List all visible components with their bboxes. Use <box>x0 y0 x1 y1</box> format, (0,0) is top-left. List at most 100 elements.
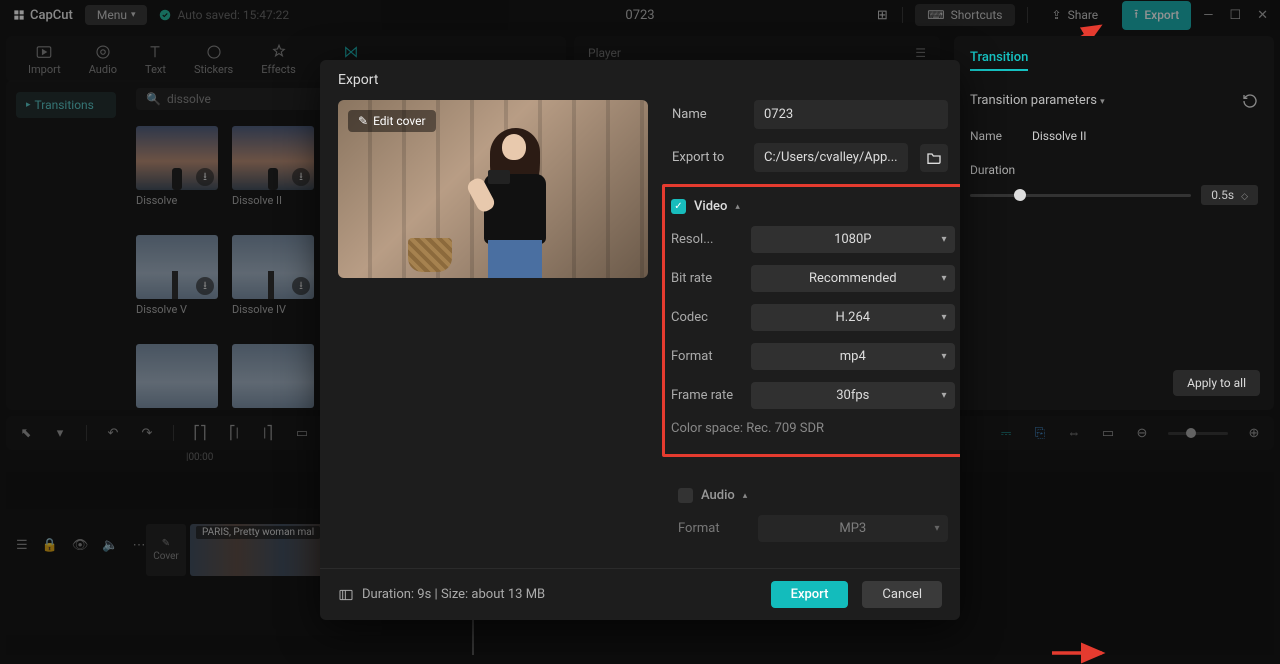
slider-thumb[interactable] <box>1014 189 1026 201</box>
transition-thumb[interactable]: ⭳ Dissolve V <box>136 235 218 316</box>
caret-right-icon: ▸ <box>26 100 31 110</box>
browse-folder-button[interactable] <box>920 144 948 172</box>
chevron-down-icon: ▾ <box>935 523 940 534</box>
pencil-icon: ✎ <box>358 114 368 128</box>
video-clip[interactable]: PARIS, Pretty woman mal <box>190 524 330 576</box>
transition-thumb[interactable] <box>232 344 314 408</box>
transition-parameters-header: Transition parameters ▾ <box>970 93 1258 113</box>
caret-up-icon[interactable]: ▴ <box>743 491 748 501</box>
audio-checkbox[interactable] <box>678 488 693 503</box>
caret-up-icon[interactable]: ▴ <box>735 202 740 212</box>
name-label: Name <box>672 107 742 122</box>
audio-section-title: Audio <box>701 488 735 503</box>
download-icon[interactable]: ⭳ <box>292 277 310 295</box>
zoom-slider[interactable] <box>1168 432 1228 435</box>
exportto-label: Export to <box>672 150 742 165</box>
transition-thumb[interactable]: ⭳ Dissolve <box>136 126 218 207</box>
more-icon[interactable]: ⋯ <box>133 538 146 553</box>
align-icon[interactable]: ⇔ <box>1066 425 1082 441</box>
framerate-select[interactable]: 30fps▾ <box>751 382 955 409</box>
tab-effects[interactable]: Effects <box>261 36 296 82</box>
download-icon[interactable]: ⭳ <box>196 277 214 295</box>
chevron-down-icon[interactable]: ▾ <box>1100 97 1105 107</box>
bitrate-label: Bit rate <box>671 271 751 286</box>
close-icon[interactable]: ✕ <box>1257 8 1268 23</box>
share-icon: ⇪ <box>1052 8 1062 22</box>
window-controls: — ☐ ✕ <box>1203 8 1268 23</box>
framerate-label: Frame rate <box>671 388 751 403</box>
chevron-down-icon[interactable]: ▾ <box>52 425 68 441</box>
tab-text[interactable]: Text <box>145 36 166 82</box>
video-checkbox[interactable]: ✓ <box>671 199 686 214</box>
codec-select[interactable]: H.264▾ <box>751 304 955 331</box>
lock-icon[interactable]: 🔒 <box>42 538 58 553</box>
share-button[interactable]: ⇪ Share <box>1040 4 1111 26</box>
bitrate-select[interactable]: Recommended▾ <box>751 265 955 292</box>
stepper-icon[interactable]: ◇ <box>1241 192 1248 202</box>
tab-stickers[interactable]: Stickers <box>194 36 233 82</box>
export-top-button[interactable]: ⭱ Export <box>1122 1 1191 30</box>
eye-icon[interactable]: 👁 <box>72 538 89 553</box>
video-export-settings: ✓ Video ▴ Resol... 1080P▾ Bit rate Recom… <box>662 184 960 457</box>
transition-thumb[interactable]: ⭳ Dissolve II <box>232 126 314 207</box>
format-label: Format <box>671 349 751 364</box>
resolution-label: Resol... <box>671 232 751 247</box>
undo-icon[interactable]: ↶ <box>105 425 121 441</box>
cancel-button[interactable]: Cancel <box>862 581 942 608</box>
format-select[interactable]: mp4▾ <box>751 343 955 370</box>
download-icon[interactable]: ⭳ <box>292 168 310 186</box>
audio-format-label: Format <box>678 521 758 536</box>
duration-value[interactable]: 0.5s ◇ <box>1201 185 1258 205</box>
tab-audio[interactable]: Audio <box>89 36 117 82</box>
resolution-select[interactable]: 1080P▾ <box>751 226 955 253</box>
transition-thumb[interactable]: ⭳ Dissolve IV <box>232 235 314 316</box>
duration-slider[interactable]: 0.5s ◇ <box>970 185 1258 205</box>
logo-text: CapCut <box>30 8 73 23</box>
player-title: Player <box>588 46 621 60</box>
project-title: 0723 <box>625 8 654 23</box>
edit-icon: ✎ <box>162 538 170 549</box>
apply-to-all-button[interactable]: Apply to all <box>1173 370 1260 396</box>
magnet-icon[interactable]: ⎓ <box>998 425 1014 441</box>
export-button[interactable]: Export <box>771 581 849 608</box>
reset-icon[interactable] <box>1242 93 1258 113</box>
menu-button[interactable]: Menu ▾ <box>85 5 148 25</box>
tab-import[interactable]: Import <box>28 36 61 82</box>
link-icon[interactable]: ⎘ <box>1032 425 1048 441</box>
redo-icon[interactable]: ↷ <box>139 425 155 441</box>
mute-icon[interactable]: 🔈 <box>102 538 118 553</box>
split-icon[interactable]: ⎡⎤ <box>192 425 208 441</box>
transition-thumb[interactable] <box>136 344 218 408</box>
video-section-title: Video <box>694 199 727 214</box>
layers-icon[interactable]: ☰ <box>16 538 28 553</box>
name-input[interactable] <box>754 100 948 129</box>
trim-right-icon[interactable]: |⎤ <box>260 425 276 441</box>
zoom-in-icon[interactable]: ⊕ <box>1246 425 1262 441</box>
transition-name-value: Dissolve II <box>1032 129 1087 143</box>
preview-icon[interactable]: ▭ <box>1100 425 1116 441</box>
cover-cell[interactable]: ✎ Cover <box>146 524 186 576</box>
zoom-out-icon[interactable]: ⊖ <box>1134 425 1150 441</box>
export-icon: ⭱ <box>1134 5 1138 26</box>
chevron-down-icon: ▾ <box>131 10 136 20</box>
sidebar-item-transitions[interactable]: ▸ Transitions <box>16 92 116 118</box>
modal-title: Export <box>320 60 960 100</box>
minimize-icon[interactable]: — <box>1203 8 1213 23</box>
download-icon[interactable]: ⭳ <box>196 168 214 186</box>
exportto-path: C:/Users/cvalley/App... <box>764 150 898 165</box>
pointer-icon[interactable]: ⬉ <box>18 425 34 441</box>
chevron-down-icon: ▾ <box>942 390 947 401</box>
autosave-status: Auto saved: 15:47:22 <box>159 8 289 22</box>
delete-icon[interactable]: ▭ <box>294 425 310 441</box>
hamburger-icon[interactable]: ☰ <box>915 46 926 60</box>
chevron-down-icon: ▾ <box>942 312 947 323</box>
layout-icon[interactable]: ⊞ <box>874 7 890 23</box>
transition-tab[interactable]: Transition <box>970 50 1028 71</box>
maximize-icon[interactable]: ☐ <box>1229 8 1241 23</box>
trim-left-icon[interactable]: ⎡| <box>226 425 242 441</box>
shortcuts-button[interactable]: ⌨ Shortcuts <box>915 4 1014 26</box>
transition-properties-panel: Transition Transition parameters ▾ Name … <box>954 36 1274 410</box>
audio-format-select[interactable]: MP3▾ <box>758 515 948 542</box>
edit-cover-button[interactable]: ✎ Edit cover <box>348 110 436 132</box>
export-modal: Export ✎ Edit cover Name <box>320 60 960 620</box>
